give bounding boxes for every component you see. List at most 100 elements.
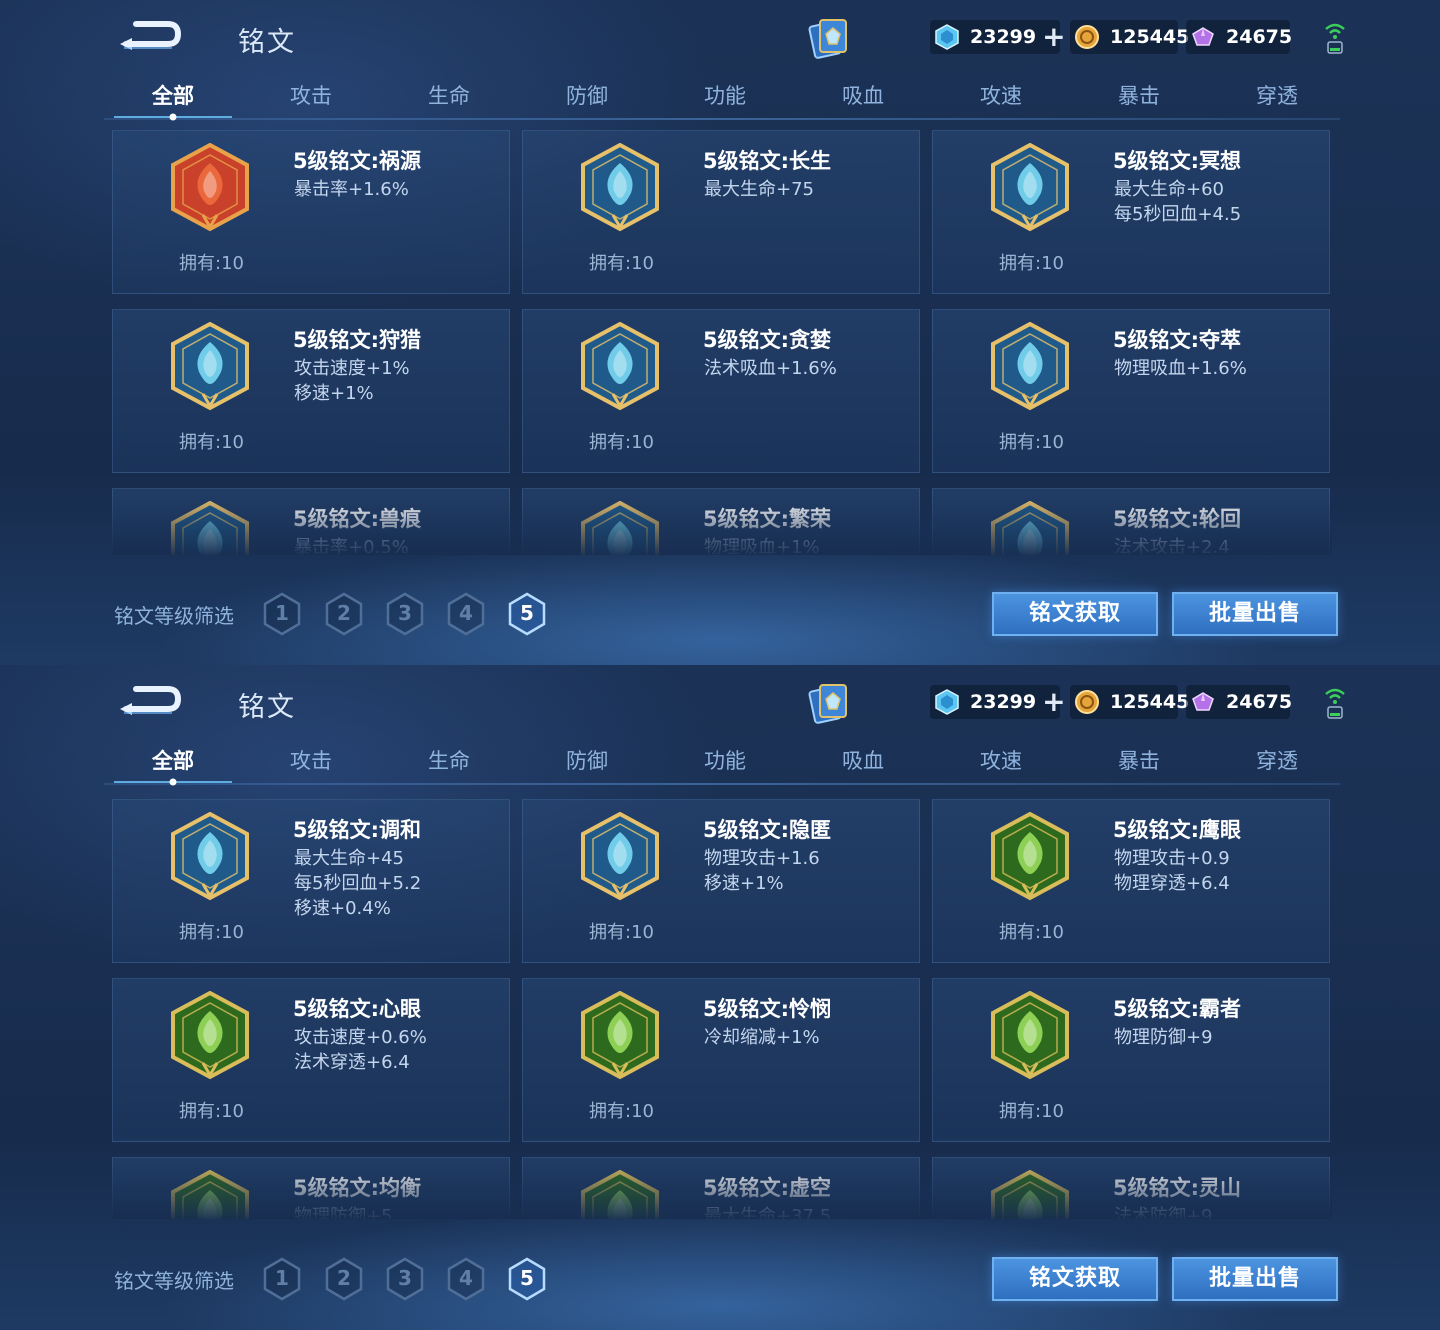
back-arrow-icon[interactable] [116,18,184,54]
inscription-name: 5级铭文:虚空 [703,1176,832,1200]
inscription-stats: 冷却缩减+1% [704,1025,820,1050]
tab-4[interactable]: 功能 [656,745,794,775]
owned-count: 拥有:10 [999,922,1064,943]
owned-count: 拥有:10 [999,432,1064,453]
inscription-card[interactable]: 5级铭文:心眼 攻击速度+0.6% 法术穿透+6.4 拥有:10 [112,978,510,1142]
tab-2[interactable]: 生命 [380,80,518,110]
stat-line: 最大生命+37.5 [704,1206,832,1219]
inscription-stats: 物理防御+9 [1114,1025,1213,1050]
blue-inscription-emblem-icon [581,143,659,232]
tab-0[interactable]: 全部 [104,80,242,110]
level-number: 3 [398,1266,412,1290]
level-5-button[interactable]: 5 [507,592,547,636]
level-4-button[interactable]: 4 [446,592,486,636]
inscription-card[interactable]: 5级铭文:祸源 暴击率+1.6% 拥有:10 [112,130,510,294]
blue-inscription-emblem-icon [991,501,1069,555]
tab-8[interactable]: 穿透 [1208,745,1346,775]
inscription-name: 5级铭文:隐匿 [703,818,832,842]
inscription-stats: 最大生命+75 [704,177,814,202]
tab-7[interactable]: 暴击 [1070,745,1208,775]
inscription-card[interactable]: 5级铭文:调和 最大生命+45 每5秒回血+5.2 移速+0.4% 拥有:10 [112,799,510,963]
level-3-button[interactable]: 3 [385,592,425,636]
diamond-coupon-counter[interactable]: 23299 + [930,20,1066,54]
level-1-button[interactable]: 1 [262,1257,302,1301]
level-number: 3 [398,601,412,625]
stat-line: 每5秒回血+5.2 [294,873,422,894]
tab-5[interactable]: 吸血 [794,80,932,110]
tab-6[interactable]: 攻速 [932,80,1070,110]
inscription-stats: 物理吸血+1.6% [1114,356,1247,381]
tab-1[interactable]: 攻击 [242,80,380,110]
inscription-card[interactable]: 5级铭文:怜悯 冷却缩减+1% 拥有:10 [522,978,920,1142]
page-title: 铭文 [238,692,296,723]
inscription-card[interactable]: 5级铭文:贪婪 法术吸血+1.6% 拥有:10 [522,309,920,473]
bulk-sell-button[interactable]: 批量出售 [1172,1257,1338,1301]
inscription-card[interactable]: 5级铭文:轮回 法术攻击+2.4 [932,488,1330,555]
blue-inscription-emblem-icon [991,143,1069,232]
inscription-screen-bottom: 铭文 23299 + 125445 24675 全部 攻击 生命 防御 功能 吸… [0,665,1440,1330]
level-number: 1 [275,1266,289,1290]
green-inscription-emblem-icon [581,991,659,1080]
tab-5[interactable]: 吸血 [794,745,932,775]
inscription-card[interactable]: 5级铭文:虚空最大生命+37.5 [522,1157,920,1219]
inscription-card[interactable]: 5级铭文:隐匿 物理攻击+1.6 移速+1% 拥有:10 [522,799,920,963]
owned-count: 拥有:10 [999,253,1064,274]
inscription-card[interactable]: 5级铭文:夺萃 物理吸血+1.6% 拥有:10 [932,309,1330,473]
stat-line: 移速+1% [294,383,374,404]
inscription-deck-icon[interactable] [806,14,852,62]
level-2-button[interactable]: 2 [324,1257,364,1301]
wifi-battery-icon [1325,688,1345,719]
tab-4[interactable]: 功能 [656,80,794,110]
stat-line: 法术穿透+6.4 [294,1052,410,1073]
tab-1[interactable]: 攻击 [242,745,380,775]
inscription-name: 5级铭文:狩猎 [293,328,422,352]
level-filter-label: 铭文等级筛选 [114,604,234,628]
inscription-card[interactable]: 5级铭文:繁荣 物理吸血+1% [522,488,920,555]
tab-3[interactable]: 防御 [518,80,656,110]
gem-icon [1192,27,1214,46]
tab-divider [104,118,1340,120]
tab-8[interactable]: 穿透 [1208,80,1346,110]
inscription-stats: 暴击率+1.6% [294,177,409,202]
inscription-deck-icon[interactable] [806,679,852,727]
level-5-button[interactable]: 5 [507,1257,547,1301]
inscription-card[interactable]: 5级铭文:灵山 法术防御+9 [932,1157,1330,1219]
level-number: 2 [337,1266,351,1290]
level-2-button[interactable]: 2 [324,592,364,636]
inscription-grid[interactable]: 5级铭文:祸源 暴击率+1.6% 拥有:10 5级铭文:长生 最大生命+75 拥有:10 5… [112,130,1332,555]
bulk-sell-button[interactable]: 批量出售 [1172,592,1338,636]
inscription-name: 5级铭文:夺萃 [1113,328,1242,352]
stat-line: 物理穿透+6.4 [1114,873,1230,894]
stat-line: 攻击速度+1% [294,358,410,379]
level-3-button[interactable]: 3 [385,1257,425,1301]
get-inscription-button[interactable]: 铭文获取 [992,1257,1158,1301]
stat-line: 移速+1% [704,873,784,894]
tab-6[interactable]: 攻速 [932,745,1070,775]
owned-count: 拥有:10 [179,1101,244,1122]
tab-2[interactable]: 生命 [380,745,518,775]
inscription-card[interactable]: 5级铭文:均衡 物理防御+5 [112,1157,510,1219]
level-1-button[interactable]: 1 [262,592,302,636]
tab-3[interactable]: 防御 [518,745,656,775]
gem-counter: 24675 [1186,20,1292,54]
add-diamond-button[interactable]: + [1042,23,1065,51]
blue-inscription-emblem-icon [991,322,1069,411]
inscription-card[interactable]: 5级铭文:鹰眼 物理攻击+0.9 物理穿透+6.4 拥有:10 [932,799,1330,963]
inscription-card[interactable]: 5级铭文:霸者 物理防御+9 拥有:10 [932,978,1330,1142]
inscription-card[interactable]: 5级铭文:冥想 最大生命+60 每5秒回血+4.5 拥有:10 [932,130,1330,294]
inscription-card[interactable]: 5级铭文:兽痕 暴击率+0.5% [112,488,510,555]
tab-7[interactable]: 暴击 [1070,80,1208,110]
inscription-grid[interactable]: 5级铭文:调和 最大生命+45 每5秒回血+5.2 移速+0.4% 拥有:10 5级铭文:… [112,799,1332,1219]
blue-inscription-emblem-icon [581,322,659,411]
blue-inscription-emblem-icon [581,501,659,555]
get-inscription-button[interactable]: 铭文获取 [992,592,1158,636]
diamond-coupon-counter[interactable]: 23299 + [930,685,1066,719]
diamond-coupon-icon [935,689,959,715]
inscription-card[interactable]: 5级铭文:长生 最大生命+75 拥有:10 [522,130,920,294]
add-diamond-button[interactable]: + [1042,688,1065,716]
inscription-stats: 法术攻击+2.4 [1114,535,1230,555]
back-arrow-icon[interactable] [116,683,184,719]
tab-0[interactable]: 全部 [104,745,242,775]
inscription-card[interactable]: 5级铭文:狩猎 攻击速度+1% 移速+1% 拥有:10 [112,309,510,473]
level-4-button[interactable]: 4 [446,1257,486,1301]
